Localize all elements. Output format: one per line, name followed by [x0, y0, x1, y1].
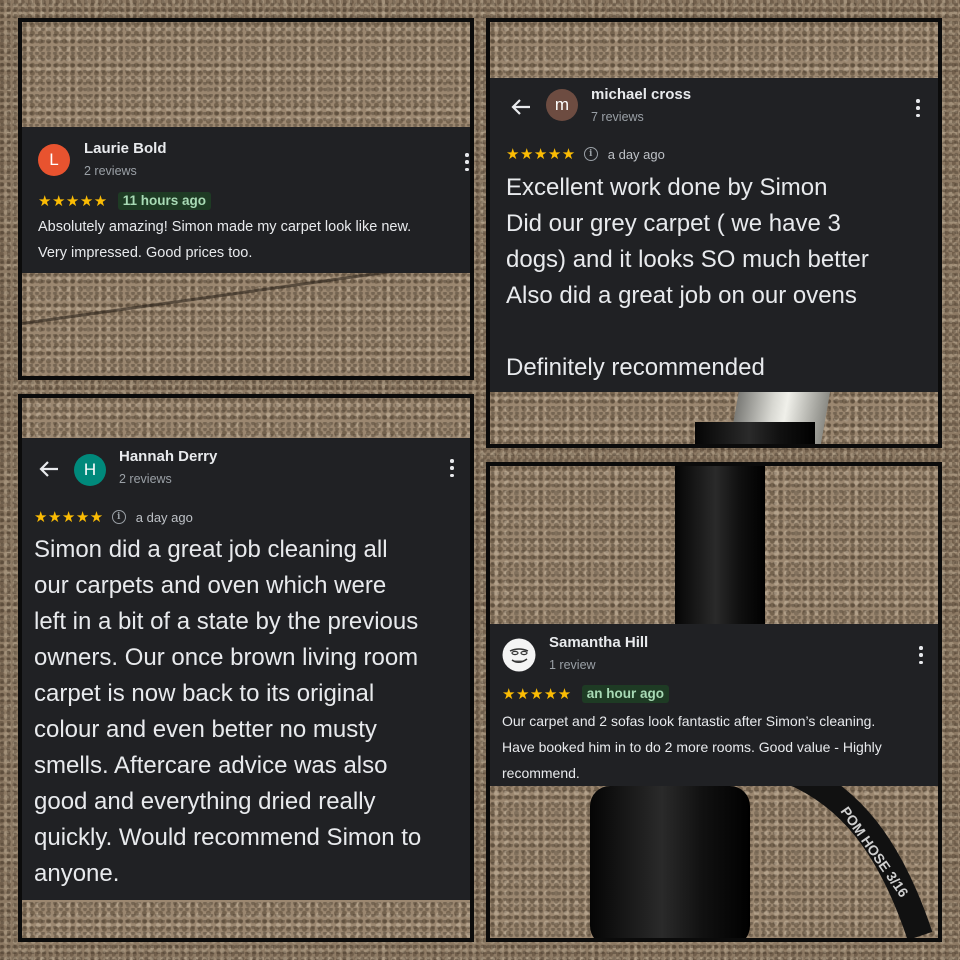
reviewer-name[interactable]: Hannah Derry [119, 448, 217, 465]
review-text: Our carpet and 2 sofas look fantastic af… [502, 713, 882, 781]
hose-label: POM HOSE 3/16 [838, 804, 912, 901]
review-card-samantha: Samantha Hill 1 review ★★★★★ an hour ago… [490, 624, 938, 786]
rating-row: ★★★★★ i a day ago [34, 508, 193, 526]
info-icon[interactable]: i [583, 147, 598, 161]
more-vert-icon[interactable] [449, 459, 455, 477]
review-text: Simon did a great job cleaning all our c… [34, 536, 422, 887]
review-card-hannah: H Hannah Derry 2 reviews ★★★★★ i a day a… [22, 438, 470, 900]
photo-panel-laurie: L Laurie Bold 2 reviews ★★★★★ 11 hours a… [18, 18, 474, 380]
review-count: 2 reviews [84, 164, 137, 178]
rating-row: ★★★★★ i a day ago [506, 145, 665, 163]
new-time-badge: an hour ago [581, 685, 669, 703]
review-text: Absolutely amazing! Simon made my carpet… [38, 219, 412, 261]
avatar[interactable]: L [38, 144, 70, 176]
photo-panel-hannah: H Hannah Derry 2 reviews ★★★★★ i a day a… [18, 394, 474, 942]
star-rating: ★★★★★ [506, 146, 576, 163]
new-time-badge: 11 hours ago [117, 192, 212, 210]
avatar[interactable]: H [74, 454, 106, 486]
review-text: Excellent work done by Simon Did our gre… [506, 174, 869, 381]
review-count: 7 reviews [591, 110, 644, 124]
review-card-michael: m michael cross 7 reviews ★★★★★ i a day … [490, 78, 938, 392]
reviewer-name[interactable]: Laurie Bold [84, 140, 167, 157]
review-count: 1 review [549, 658, 596, 672]
review-time: a day ago [607, 146, 665, 162]
avatar[interactable]: m [546, 89, 578, 121]
more-vert-icon[interactable] [915, 99, 921, 117]
review-time: a day ago [135, 509, 193, 525]
star-rating: ★★★★★ [34, 509, 104, 526]
reviewer-name[interactable]: Samantha Hill [549, 634, 648, 651]
star-rating: ★★★★★ [502, 686, 572, 703]
hose-black-pipe [695, 422, 815, 444]
more-vert-icon[interactable] [918, 646, 924, 664]
back-arrow-icon[interactable] [510, 96, 532, 118]
star-rating: ★★★★★ [38, 193, 108, 210]
info-icon[interactable]: i [111, 510, 126, 524]
reviewer-name[interactable]: michael cross [591, 86, 691, 103]
review-count: 2 reviews [119, 472, 172, 486]
avatar[interactable] [502, 638, 536, 672]
review-card-laurie: L Laurie Bold 2 reviews ★★★★★ 11 hours a… [22, 127, 470, 273]
photo-panel-michael: m michael cross 7 reviews ★★★★★ i a day … [486, 18, 942, 448]
photo-panel-samantha: POM HOSE 3/16 Samantha Hill 1 review ★★★… [486, 462, 942, 942]
more-vert-icon[interactable] [464, 153, 470, 171]
rating-row: ★★★★★ 11 hours ago [38, 192, 212, 210]
rating-row: ★★★★★ an hour ago [502, 685, 669, 703]
back-arrow-icon[interactable] [38, 458, 60, 480]
